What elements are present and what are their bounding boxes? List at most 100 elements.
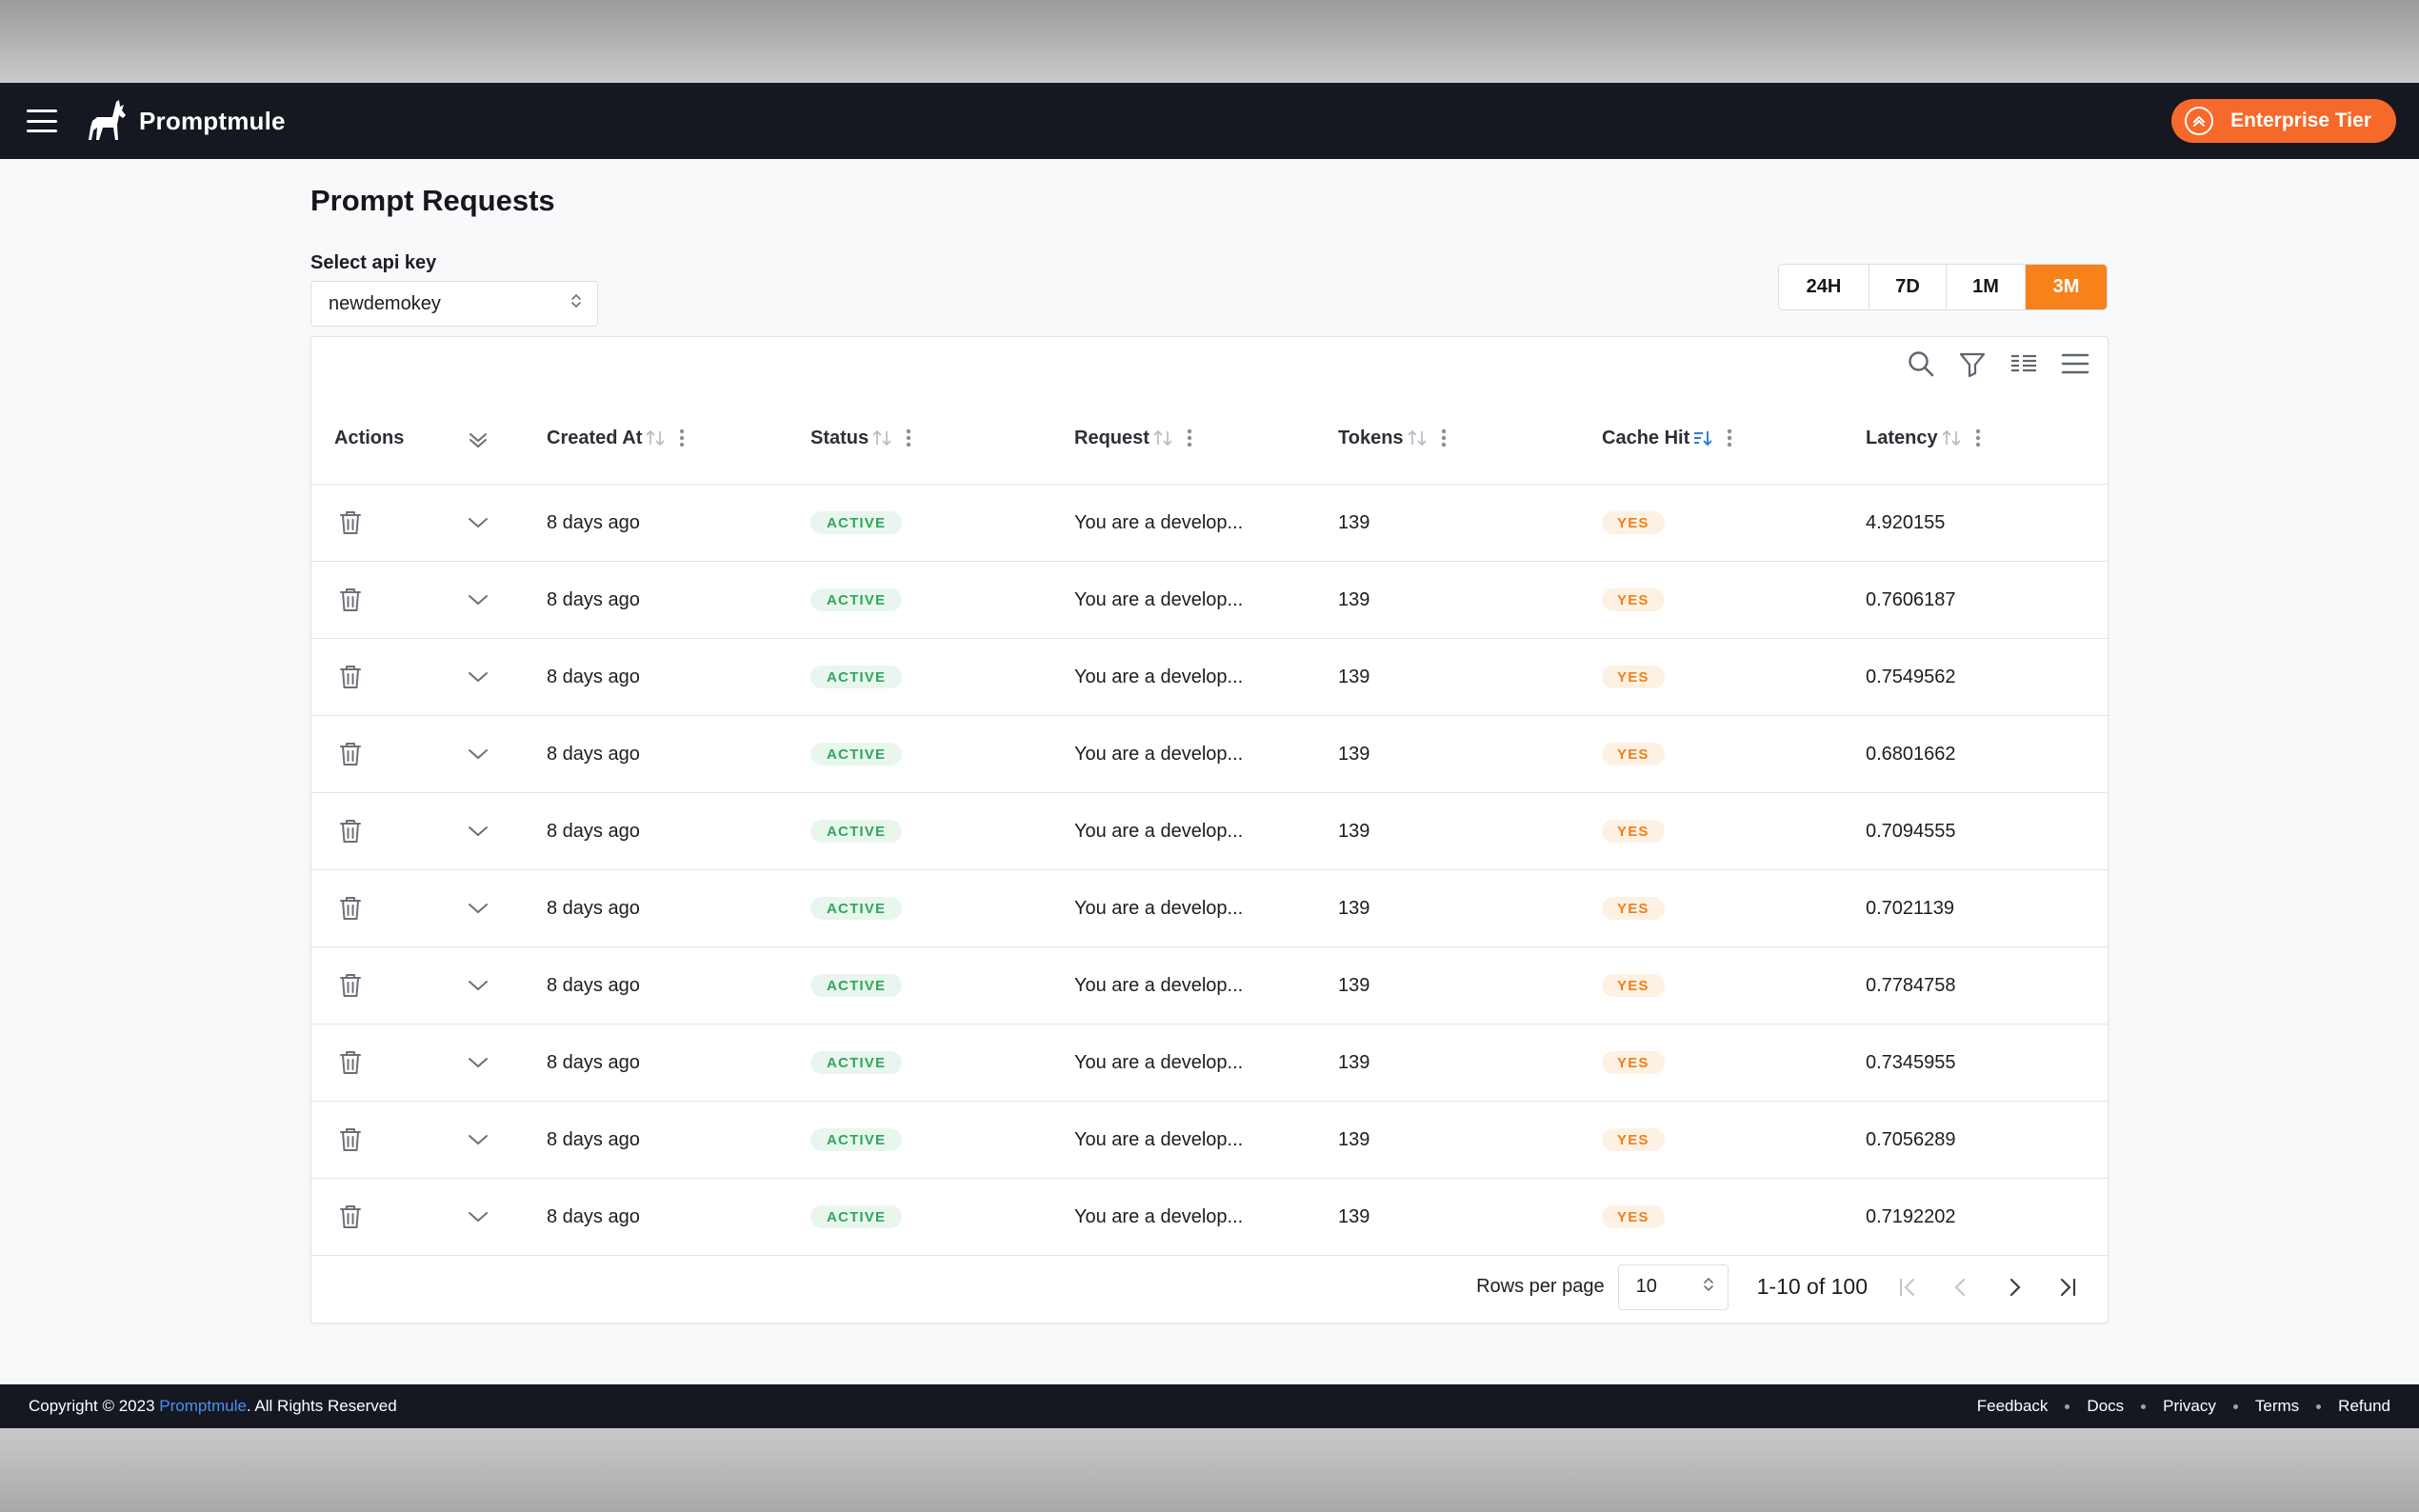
expand-row-icon[interactable] (468, 716, 489, 792)
expand-row-icon[interactable] (468, 1102, 489, 1178)
delete-icon[interactable] (338, 793, 363, 869)
footer-link-feedback[interactable]: Feedback (1977, 1397, 2049, 1416)
footer-link-privacy[interactable]: Privacy (2163, 1397, 2216, 1416)
delete-icon[interactable] (338, 1179, 363, 1255)
next-page-icon[interactable] (2001, 1274, 2028, 1301)
table-row[interactable]: 8 days agoACTIVEYou are a develop...139Y… (311, 562, 2108, 639)
brand-name[interactable]: Promptmule (139, 107, 286, 136)
table-row[interactable]: 8 days agoACTIVEYou are a develop...139Y… (311, 716, 2108, 793)
column-label-status: Status (810, 428, 869, 449)
select-arrows-icon (1703, 1276, 1714, 1299)
footer-link-terms[interactable]: Terms (2255, 1397, 2299, 1416)
column-header-cache-hit[interactable]: Cache Hit (1602, 392, 1732, 484)
column-menu-icon[interactable] (1187, 428, 1192, 448)
cell-status: ACTIVE (810, 1102, 902, 1178)
menu-icon[interactable] (27, 109, 57, 132)
expand-row-icon[interactable] (468, 639, 489, 715)
cell-created-at: 8 days ago (547, 947, 640, 1024)
delete-icon[interactable] (338, 1025, 363, 1101)
sort-icon[interactable] (871, 428, 892, 448)
table-row[interactable]: 8 days agoACTIVEYou are a develop...139Y… (311, 870, 2108, 947)
delete-icon[interactable] (338, 870, 363, 946)
table-row[interactable]: 8 days agoACTIVEYou are a develop...139Y… (311, 947, 2108, 1025)
sort-icon[interactable] (1941, 428, 1962, 448)
table-row[interactable]: 8 days agoACTIVEYou are a develop...139Y… (311, 639, 2108, 716)
density-icon[interactable] (2060, 348, 2090, 379)
table-row[interactable]: 8 days agoACTIVEYou are a develop...139Y… (311, 1102, 2108, 1179)
columns-icon[interactable] (2009, 348, 2039, 379)
column-menu-icon[interactable] (1727, 428, 1732, 448)
column-header-latency[interactable]: Latency (1866, 392, 1981, 484)
cell-created-at: 8 days ago (547, 485, 640, 561)
cell-request: You are a develop... (1074, 562, 1243, 638)
delete-icon[interactable] (338, 947, 363, 1024)
column-menu-icon[interactable] (906, 428, 911, 448)
delete-icon[interactable] (338, 1102, 363, 1178)
cell-created-at: 8 days ago (547, 1102, 640, 1178)
mule-logo-icon[interactable] (84, 98, 130, 144)
column-menu-icon[interactable] (679, 428, 685, 448)
table-row[interactable]: 8 days agoACTIVEYou are a develop...139Y… (311, 485, 2108, 562)
api-key-select-value: newdemokey (329, 293, 570, 315)
sort-icon[interactable] (645, 428, 666, 448)
copyright-suffix: . All Rights Reserved (247, 1397, 397, 1416)
expand-all-icon[interactable] (468, 392, 489, 484)
column-header-status[interactable]: Status (810, 392, 911, 484)
column-label-cache-hit: Cache Hit (1602, 428, 1689, 449)
filter-icon[interactable] (1957, 348, 1988, 379)
expand-row-icon[interactable] (468, 870, 489, 946)
first-page-icon[interactable] (1894, 1274, 1921, 1301)
expand-row-icon[interactable] (468, 793, 489, 869)
sort-icon[interactable] (1152, 428, 1173, 448)
delete-icon[interactable] (338, 716, 363, 792)
column-header-created-at[interactable]: Created At (547, 392, 685, 484)
column-header-request[interactable]: Request (1074, 392, 1192, 484)
sort-icon[interactable] (1407, 428, 1428, 448)
range-button-1m[interactable]: 1M (1947, 265, 2026, 309)
cell-latency: 0.7094555 (1866, 793, 1956, 869)
status-badge: ACTIVE (810, 588, 902, 611)
cache-hit-badge: YES (1602, 743, 1665, 766)
cache-hit-badge: YES (1602, 511, 1665, 534)
previous-page-icon[interactable] (1948, 1274, 1974, 1301)
api-key-select[interactable]: newdemokey (310, 281, 598, 327)
top-navigation-bar: Promptmule Enterprise Tier (0, 83, 2419, 159)
range-button-24h[interactable]: 24H (1779, 265, 1869, 309)
cell-tokens: 139 (1338, 1102, 1369, 1178)
range-button-3m[interactable]: 3M (2026, 265, 2107, 309)
cache-hit-badge: YES (1602, 1205, 1665, 1228)
rows-per-page-select[interactable]: 10 (1618, 1264, 1729, 1310)
column-menu-icon[interactable] (1441, 428, 1447, 448)
delete-icon[interactable] (338, 562, 363, 638)
range-button-7d[interactable]: 7D (1869, 265, 1947, 309)
delete-icon[interactable] (338, 639, 363, 715)
enterprise-tier-button[interactable]: Enterprise Tier (2171, 99, 2396, 143)
cell-status: ACTIVE (810, 1025, 902, 1101)
search-icon[interactable] (1906, 348, 1936, 379)
expand-row-icon[interactable] (468, 485, 489, 561)
expand-row-icon[interactable] (468, 1025, 489, 1101)
cache-hit-badge: YES (1602, 1051, 1665, 1074)
cache-hit-badge: YES (1602, 1128, 1665, 1151)
table-row[interactable]: 8 days agoACTIVEYou are a develop...139Y… (311, 1025, 2108, 1102)
footer-link-refund[interactable]: Refund (2338, 1397, 2390, 1416)
delete-icon[interactable] (338, 485, 363, 561)
column-header-tokens[interactable]: Tokens (1338, 392, 1447, 484)
sort-active-icon[interactable] (1692, 428, 1713, 448)
column-label-latency: Latency (1866, 428, 1938, 449)
table-row[interactable]: 8 days agoACTIVEYou are a develop...139Y… (311, 1179, 2108, 1256)
expand-row-icon[interactable] (468, 1179, 489, 1255)
cell-latency: 0.7606187 (1866, 562, 1956, 638)
cell-cache-hit: YES (1602, 793, 1665, 869)
column-menu-icon[interactable] (1975, 428, 1981, 448)
cell-created-at: 8 days ago (547, 870, 640, 946)
footer-link-docs[interactable]: Docs (2087, 1397, 2124, 1416)
cache-hit-badge: YES (1602, 666, 1665, 688)
footer-brand-link[interactable]: Promptmule (159, 1397, 247, 1416)
cell-latency: 0.6801662 (1866, 716, 1956, 792)
expand-row-icon[interactable] (468, 947, 489, 1024)
expand-row-icon[interactable] (468, 562, 489, 638)
last-page-icon[interactable] (2054, 1274, 2081, 1301)
table-row[interactable]: 8 days agoACTIVEYou are a develop...139Y… (311, 793, 2108, 870)
app-window: Promptmule Enterprise Tier Prompt Reques… (0, 83, 2419, 1428)
